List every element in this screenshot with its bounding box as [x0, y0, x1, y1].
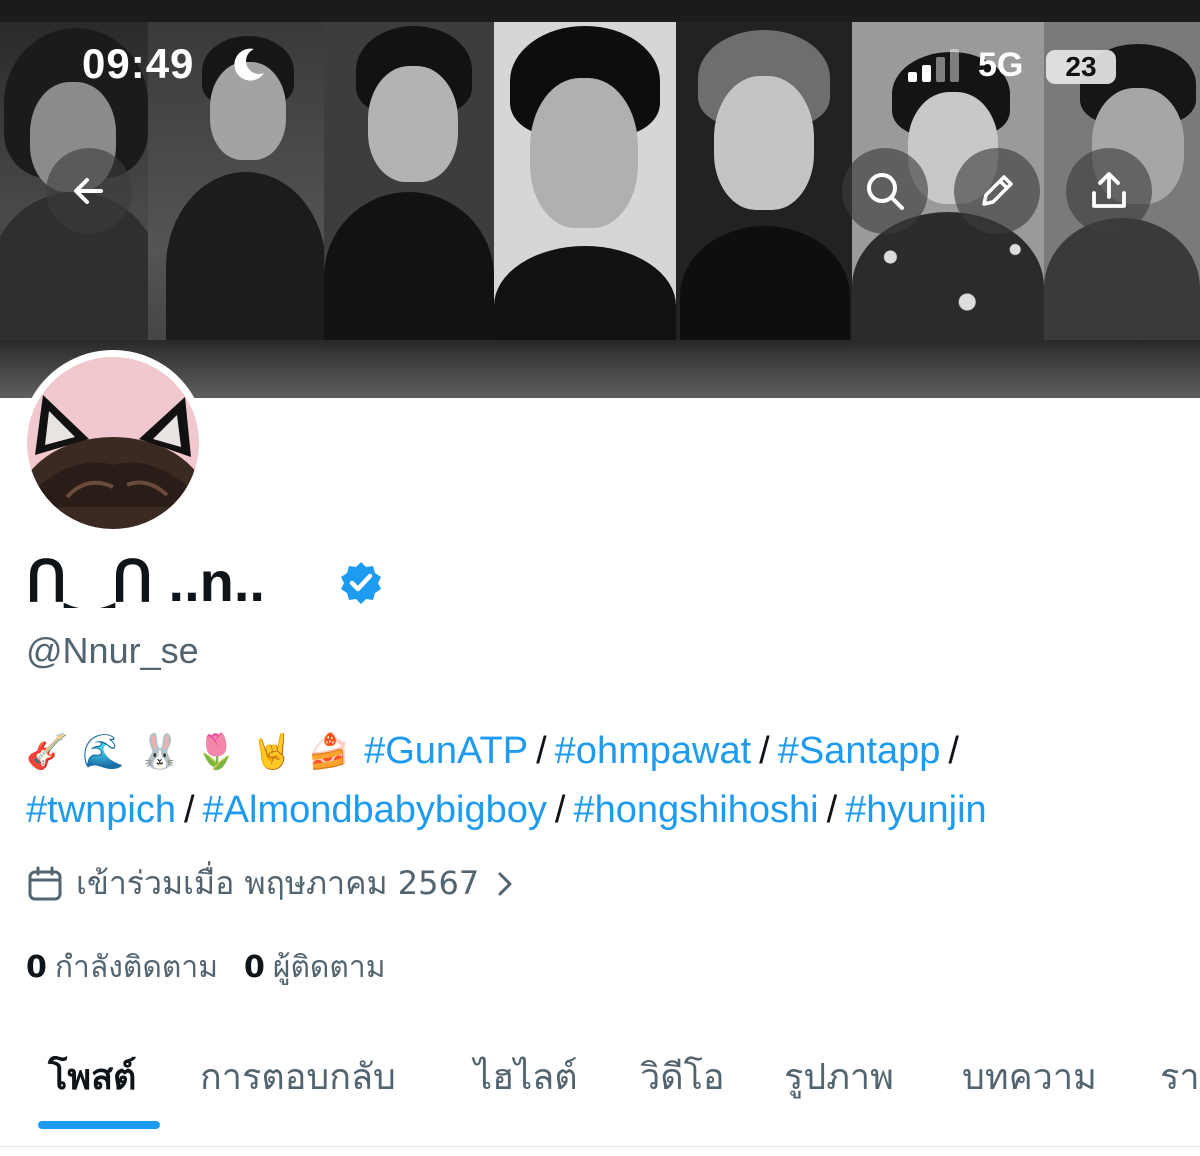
hashtag-link[interactable]: #GunATP: [364, 730, 528, 772]
join-date-text: เข้าร่วมเมื่อ พฤษภาคม 2567: [76, 864, 480, 902]
avatar-image: [27, 357, 199, 529]
wave-emoji: 🌊: [82, 732, 125, 772]
followers-label: ผู้ติดตาม: [272, 950, 386, 985]
bio-separator: /: [536, 730, 547, 772]
pencil-icon: [982, 175, 1013, 206]
tab-more[interactable]: รา: [1160, 1048, 1200, 1156]
tab-photos[interactable]: รูปภาพ: [784, 1048, 894, 1156]
tab-replies[interactable]: การตอบกลับ: [200, 1048, 396, 1156]
banner-photo-4: [494, 22, 676, 348]
hashtag-link[interactable]: #twnpich: [26, 789, 176, 831]
follow-stats: 0 กำลังติดตาม 0 ผู้ติดตาม: [26, 944, 386, 991]
rock-hand-emoji: 🤘: [251, 732, 294, 772]
chevron-right-icon: [498, 872, 512, 895]
cellular-signal-icon: [908, 49, 959, 82]
share-icon: [1092, 172, 1126, 208]
bio-separator: /: [948, 730, 959, 772]
tab-posts[interactable]: โพสต์: [48, 1048, 136, 1156]
hashtag-link[interactable]: #hyunjin: [845, 789, 987, 831]
bio-separator: /: [826, 789, 838, 831]
user-handle: @Nnur_se: [26, 630, 199, 671]
banner-photo-3: [324, 22, 494, 348]
tab-articles[interactable]: บทความ: [962, 1048, 1097, 1156]
following-count: 0: [26, 950, 47, 985]
tulip-emoji: 🌷: [195, 732, 238, 772]
display-name: ᑎ‿ᑎ ..n..: [26, 552, 265, 608]
profile-avatar[interactable]: [20, 350, 206, 536]
hashtag-link[interactable]: #ohmpawat: [555, 730, 751, 772]
bio-separator: /: [183, 789, 195, 831]
followers-count: 0: [244, 950, 265, 985]
share-button[interactable]: [1066, 148, 1152, 234]
banner-photo-5: [676, 22, 852, 348]
following-label: กำลังติดตาม: [54, 950, 218, 985]
network-type: 5G: [978, 46, 1024, 84]
join-date-row[interactable]: เข้าร่วมเมื่อ พฤษภาคม 2567: [26, 858, 517, 909]
hashtag-link[interactable]: #hongshihoshi: [573, 789, 818, 831]
calendar-icon: [28, 866, 62, 900]
search-icon: [867, 173, 904, 210]
tab-highlights[interactable]: ไฮไลต์: [474, 1048, 578, 1156]
profile-tabs: โพสต์ การตอบกลับ ไฮไลต์ วิดีโอ รูปภาพ บท…: [0, 1038, 1200, 1147]
rabbit-emoji: 🐰: [138, 732, 182, 772]
cake-emoji: 🍰: [307, 732, 351, 772]
search-button[interactable]: [842, 148, 928, 234]
guitar-emoji: 🎸: [26, 732, 69, 772]
hashtag-link[interactable]: #Santapp: [778, 730, 941, 772]
profile-bio: 🎸 🌊 🐰 🌷 🤘 🍰 #GunATP / #ohmpawat / #Santapp / #twnpic…: [26, 722, 1186, 839]
edit-button[interactable]: [954, 148, 1040, 234]
bio-separator: /: [554, 789, 566, 831]
verified-badge-icon[interactable]: [338, 560, 384, 606]
following-link[interactable]: 0 กำลังติดตาม: [26, 950, 218, 985]
back-button[interactable]: [46, 148, 132, 234]
hashtag-link[interactable]: #Almondbabybigboy: [203, 789, 547, 831]
back-arrow-icon: [74, 178, 103, 204]
bio-separator: /: [759, 730, 770, 772]
status-time: 09:49: [82, 40, 195, 87]
tab-videos[interactable]: วิดีโอ: [640, 1048, 725, 1156]
active-tab-indicator: [38, 1121, 160, 1129]
followers-link[interactable]: 0 ผู้ติดตาม: [244, 950, 386, 985]
moon-icon: [234, 48, 264, 81]
battery-indicator: 23: [1046, 50, 1116, 84]
